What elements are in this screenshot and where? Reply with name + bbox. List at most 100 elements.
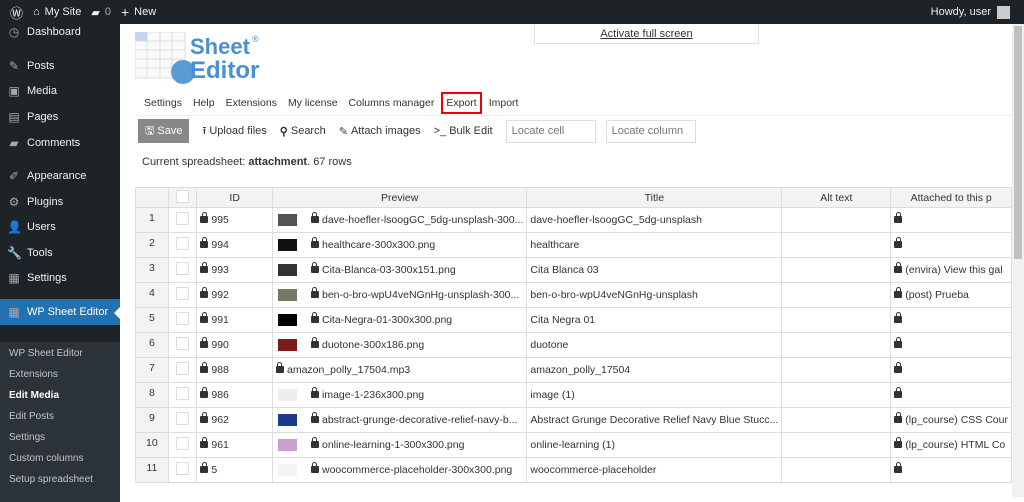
sidebar-item-dashboard[interactable]: ◷ Dashboard	[0, 19, 120, 45]
column-header-alt-text[interactable]: Alt text	[781, 187, 892, 208]
thumbnail-image[interactable]	[277, 214, 297, 227]
column-header-title[interactable]: Title	[526, 187, 783, 208]
row-checkbox-cell[interactable]	[167, 357, 198, 383]
preview-cell[interactable]: ben-o-bro-wpU4veNGnHg-unsplash-300...	[271, 282, 528, 308]
attached-cell[interactable]	[890, 307, 1012, 333]
submenu-item-extensions[interactable]: Extensions	[9, 369, 58, 380]
scrollbar-thumb[interactable]	[1014, 26, 1022, 259]
attached-cell[interactable]	[890, 457, 1012, 483]
row-checkbox[interactable]	[176, 312, 190, 325]
title-cell[interactable]: Abstract Grunge Decorative Relief Navy B…	[526, 407, 783, 433]
tab-import[interactable]: Import	[489, 96, 519, 110]
thumbnail-image[interactable]	[277, 439, 297, 452]
alt-text-cell[interactable]	[781, 307, 892, 333]
user-menu[interactable]: Howdy, user	[931, 0, 1010, 24]
attached-cell[interactable]: (lp_course) HTML Co	[890, 432, 1012, 458]
alt-text-cell[interactable]	[781, 257, 892, 283]
preview-cell[interactable]: Cita-Blanca-03-300x151.png	[271, 257, 528, 283]
thumbnail-image[interactable]	[277, 464, 297, 477]
attach-images-button[interactable]: ✎ Attach images	[339, 125, 421, 138]
row-checkbox[interactable]	[176, 437, 190, 450]
title-cell[interactable]: dave-hoefler-lsoogGC_5dg-unsplash	[526, 207, 783, 233]
submenu-item-settings[interactable]: Settings	[9, 432, 45, 443]
attached-cell[interactable]: (post) Prueba	[890, 282, 1012, 308]
row-checkbox-cell[interactable]	[167, 307, 198, 333]
column-header-id[interactable]: ID	[196, 187, 273, 208]
alt-text-cell[interactable]	[781, 282, 892, 308]
row-checkbox-cell[interactable]	[167, 457, 198, 483]
row-checkbox-cell[interactable]	[167, 282, 198, 308]
attached-cell[interactable]	[890, 382, 1012, 408]
activate-fullscreen-link[interactable]: Activate full screen	[534, 24, 759, 44]
id-cell[interactable]: 991	[196, 307, 273, 333]
preview-cell[interactable]: woocommerce-placeholder-300x300.png	[271, 457, 528, 483]
sidebar-item-users[interactable]: 👤 Users	[0, 214, 120, 240]
sidebar-item-tools[interactable]: 🔧 Tools	[0, 240, 120, 266]
title-cell[interactable]: healthcare	[526, 232, 783, 258]
title-cell[interactable]: online-learning (1)	[526, 432, 783, 458]
id-cell[interactable]: 986	[196, 382, 273, 408]
thumbnail-image[interactable]	[277, 289, 297, 302]
attached-cell[interactable]: (envira) View this gal	[890, 257, 1012, 283]
alt-text-cell[interactable]	[781, 332, 892, 358]
attached-cell[interactable]: (lp_course) CSS Cour	[890, 407, 1012, 433]
alt-text-cell[interactable]	[781, 432, 892, 458]
row-checkbox[interactable]	[176, 337, 190, 350]
title-cell[interactable]: amazon_polly_17504	[526, 357, 783, 383]
submenu-item-wp-sheet-editor[interactable]: WP Sheet Editor	[9, 348, 83, 359]
submenu-item-edit-media[interactable]: Edit Media	[9, 390, 59, 401]
sidebar-item-pages[interactable]: ▤ Pages	[0, 104, 120, 130]
row-checkbox-cell[interactable]	[167, 432, 198, 458]
sidebar-item-plugins[interactable]: ⚙ Plugins	[0, 189, 120, 215]
preview-cell[interactable]: amazon_polly_17504.mp3	[271, 357, 528, 383]
id-cell[interactable]: 990	[196, 332, 273, 358]
new-link[interactable]: + New	[121, 4, 156, 20]
tab-settings[interactable]: Settings	[144, 96, 182, 110]
locate-cell-input[interactable]	[505, 119, 596, 143]
row-checkbox[interactable]	[176, 387, 190, 400]
select-all-checkbox[interactable]	[176, 189, 190, 203]
column-header-preview[interactable]: Preview	[271, 187, 528, 208]
attached-cell[interactable]	[890, 207, 1012, 233]
row-checkbox-cell[interactable]	[167, 332, 198, 358]
attached-cell[interactable]	[890, 332, 1012, 358]
alt-text-cell[interactable]	[781, 232, 892, 258]
submenu-item-custom-columns[interactable]: Custom columns	[9, 453, 83, 464]
upload-files-button[interactable]: ⭱ Upload files	[202, 122, 266, 141]
column-header-attached[interactable]: Attached to this p	[890, 187, 1012, 208]
sidebar-item-wp-sheet-editor[interactable]: ▦ WP Sheet Editor	[0, 299, 120, 325]
tab-extensions[interactable]: Extensions	[226, 96, 277, 110]
id-cell[interactable]: 961	[196, 432, 273, 458]
alt-text-cell[interactable]	[781, 357, 892, 383]
sidebar-item-appearance[interactable]: ✐ Appearance	[0, 163, 120, 189]
comments-link[interactable]: ▰ 0	[91, 6, 111, 19]
select-all-checkbox-cell[interactable]	[167, 187, 198, 208]
preview-cell[interactable]: dave-hoefler-lsoogGC_5dg-unsplash-300...	[271, 207, 528, 233]
row-checkbox[interactable]	[176, 412, 190, 425]
submenu-item-setup-spreadsheet[interactable]: Setup spreadsheet	[9, 474, 93, 485]
row-checkbox-cell[interactable]	[167, 207, 198, 233]
locate-column-input[interactable]	[605, 119, 696, 143]
preview-cell[interactable]: online-learning-1-300x300.png	[271, 432, 528, 458]
id-cell[interactable]: 992	[196, 282, 273, 308]
row-checkbox[interactable]	[176, 262, 190, 275]
row-checkbox-cell[interactable]	[167, 382, 198, 408]
row-checkbox[interactable]	[176, 462, 190, 475]
tab-export[interactable]: Export	[441, 92, 482, 114]
preview-cell[interactable]: duotone-300x186.png	[271, 332, 528, 358]
title-cell[interactable]: Cita Negra 01	[526, 307, 783, 333]
alt-text-cell[interactable]	[781, 207, 892, 233]
row-checkbox-cell[interactable]	[167, 407, 198, 433]
row-checkbox[interactable]	[176, 237, 190, 250]
title-cell[interactable]: duotone	[526, 332, 783, 358]
title-cell[interactable]: woocommerce-placeholder	[526, 457, 783, 483]
preview-cell[interactable]: healthcare-300x300.png	[271, 232, 528, 258]
submenu-item-edit-posts[interactable]: Edit Posts	[9, 411, 54, 422]
row-checkbox[interactable]	[176, 212, 190, 225]
id-cell[interactable]: 5	[196, 457, 273, 483]
search-button[interactable]: ⚲ Search	[280, 125, 326, 138]
sidebar-item-settings[interactable]: ▦ Settings	[0, 265, 120, 291]
row-checkbox[interactable]	[176, 287, 190, 300]
vertical-scrollbar[interactable]	[1012, 24, 1024, 497]
tab-my-license[interactable]: My license	[288, 96, 338, 110]
